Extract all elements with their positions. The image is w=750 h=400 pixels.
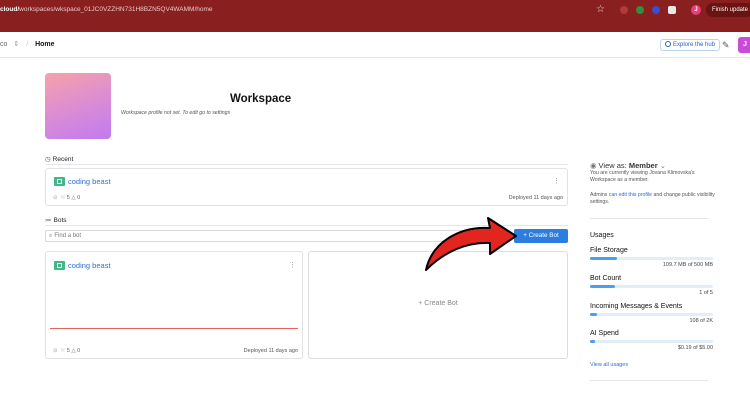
search-icon: ⌕	[49, 233, 53, 239]
usage-value-ai-spend: $0.19 of $5.00	[677, 345, 713, 351]
search-placeholder-text: Find a bot	[54, 233, 82, 239]
extension-icon[interactable]	[652, 6, 660, 14]
link-icon: ⊘	[53, 195, 58, 201]
bot-icon	[54, 261, 65, 270]
bot-activity-line	[50, 328, 298, 329]
bot-card[interactable]: coding beast ⋮ ⊘ ⁙ 5 △ 0 Deployed 11 days…	[45, 251, 303, 359]
bot-icon	[54, 177, 65, 186]
edit-profile-link[interactable]: can edit this profile	[609, 192, 652, 198]
browser-toolbar: cloud/workspaces/wkspace_01JC0VZZHN731H8…	[0, 0, 750, 32]
deployed-time: Deployed 11 days ago	[243, 348, 298, 354]
workspace-subtitle: Workspace profile not set. To edit go to…	[121, 110, 231, 116]
view-as-role: Member	[628, 161, 658, 170]
deployed-time: Deployed 11 days ago	[508, 195, 563, 201]
bookmark-star-icon[interactable]: ☆	[596, 5, 605, 15]
viewing-note: You are currently viewing Jovana Klimovs…	[590, 170, 695, 183]
recent-label-text: Recent	[52, 156, 74, 163]
more-options-icon[interactable]: ⋮	[553, 177, 560, 185]
app-header: co ⇕ / Home Explore the hub ✎ J	[0, 32, 750, 58]
finish-update-button[interactable]: Finish update	[706, 3, 750, 17]
annotation-arrow-icon	[425, 217, 517, 271]
usage-label-messages: Incoming Messages & Events	[590, 303, 683, 310]
divider	[590, 218, 708, 219]
breadcrumb: co ⇕ / Home	[0, 40, 55, 48]
workspace-title: Workspace	[230, 93, 292, 105]
divider	[590, 380, 708, 381]
admins-note: Admins can edit this profile and change …	[590, 192, 715, 206]
usage-value-file-storage: 109.7 MB of 500 MB	[662, 262, 713, 268]
divider	[45, 164, 568, 165]
usage-label-file-storage: File Storage	[590, 247, 628, 254]
bot-stats-text: ⁙ 5 △ 0	[60, 195, 81, 201]
bot-stats: ⊘ ⁙ 5 △ 0	[53, 195, 80, 201]
explore-hub-button[interactable]: Explore the hub	[660, 39, 721, 51]
usage-bar-messages	[590, 313, 713, 316]
view-all-usages-link[interactable]: View all usages	[590, 362, 628, 368]
explore-hub-label: Explore the hub	[673, 42, 716, 48]
extension-icon[interactable]	[636, 6, 644, 14]
usage-fill	[590, 285, 615, 288]
bots-section-label: ≔ Bots	[45, 216, 67, 224]
clock-icon: ◷	[45, 156, 51, 163]
search-placeholder: ⌕ Find a bot	[49, 233, 81, 240]
usage-value-messages: 108 of 2K	[689, 318, 713, 324]
address-bar[interactable]: cloud/workspaces/wkspace_01JC0VZZHN731H8…	[0, 0, 430, 20]
usage-fill	[590, 340, 595, 343]
list-icon: ≔	[45, 217, 52, 224]
breadcrumb-workspace[interactable]: co	[0, 41, 7, 48]
bot-name-link[interactable]: coding beast	[68, 261, 111, 270]
extension-icon[interactable]	[620, 6, 628, 14]
usage-label-ai-spend: AI Spend	[590, 330, 619, 337]
usage-bar-ai-spend	[590, 340, 713, 343]
globe-icon	[665, 41, 671, 47]
bots-label-text: Bots	[53, 217, 67, 224]
url-path: workspaces/wkspace_01JC0VZZHN731H8BZN5QV…	[19, 6, 213, 13]
breadcrumb-home: Home	[35, 41, 55, 48]
usage-bar-bot-count	[590, 285, 713, 288]
browser-strip	[0, 20, 750, 32]
admins-prefix: Admins	[590, 192, 608, 198]
usage-fill	[590, 257, 618, 260]
usages-title: Usages	[590, 232, 614, 239]
url-host: cloud/	[0, 6, 20, 13]
breadcrumb-separator: /	[26, 41, 29, 48]
usage-bar-file-storage	[590, 257, 713, 260]
extensions-puzzle-icon[interactable]	[668, 6, 676, 14]
usage-label-bot-count: Bot Count	[590, 275, 622, 282]
more-options-icon[interactable]: ⋮	[289, 261, 296, 269]
recent-bot-card[interactable]: coding beast ⋮ ⊘ ⁙ 5 △ 0 Deployed 11 days…	[45, 168, 568, 206]
usage-fill	[590, 313, 597, 316]
user-avatar[interactable]: J	[738, 37, 750, 53]
view-as-prefix: View as:	[598, 161, 627, 170]
eye-icon: ◉	[590, 161, 597, 170]
recent-section-label: ◷ Recent	[45, 155, 73, 163]
workspace-logo	[45, 73, 111, 139]
brush-icon[interactable]: ✎	[722, 40, 730, 51]
create-bot-button[interactable]: + Create Bot	[514, 229, 568, 243]
bot-stats-text: ⁙ 5 △ 0	[60, 348, 81, 354]
create-bot-card-label: + Create Bot	[418, 300, 458, 307]
usage-value-bot-count: 1 of 5	[699, 290, 713, 296]
profile-avatar[interactable]: J	[691, 5, 701, 15]
bot-name-link[interactable]: coding beast	[68, 177, 111, 186]
link-icon: ⊘	[53, 348, 58, 354]
chevron-down-icon: ⌄	[659, 161, 667, 170]
workspace-switch-icon[interactable]: ⇕	[13, 41, 19, 48]
bot-stats: ⊘ ⁙ 5 △ 0	[53, 348, 80, 354]
